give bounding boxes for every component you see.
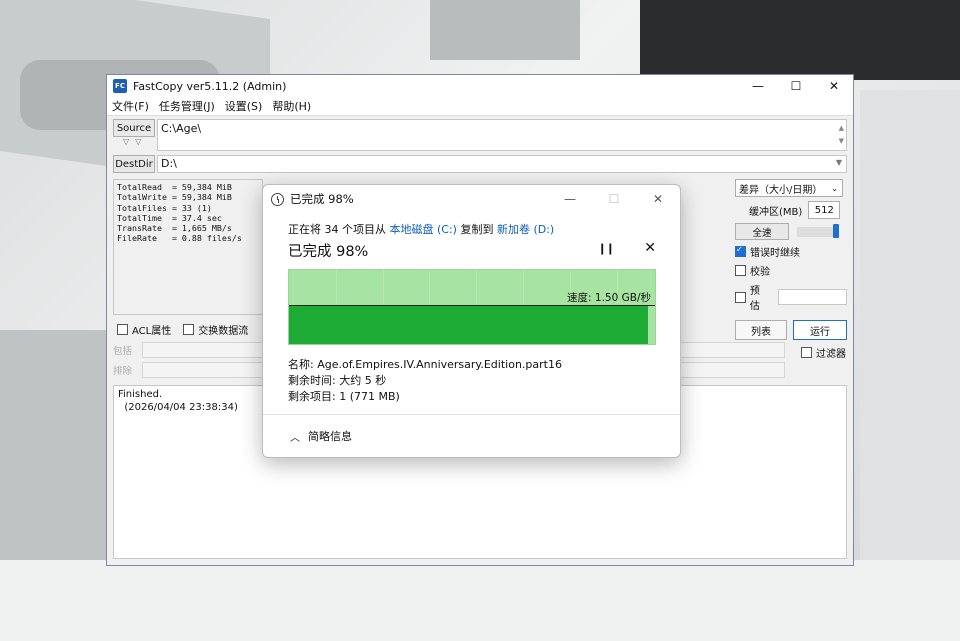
close-button[interactable]: ✕ [815,75,853,97]
filter-option[interactable]: 过滤器 [801,345,846,360]
stat-total-files: TotalFiles = 33 (1) [117,202,212,213]
acl-label: ACL属性 [132,326,172,337]
dialog-minimize-button[interactable]: — [548,185,592,213]
source-value: C:\Age\ [161,122,202,135]
menubar: 文件(F) 任务管理(J) 设置(S) 帮助(H) [107,97,853,116]
stat-total-write: TotalWrite = 59,384 MiB [117,192,232,203]
chevron-down-icon: ⌄ [831,183,838,193]
verify-checkbox[interactable] [735,265,746,276]
destdir-button[interactable]: DestDir [113,155,155,173]
menu-settings[interactable]: 设置(S) [220,98,268,114]
menu-file[interactable]: 文件(F) [107,98,154,114]
minimize-button[interactable]: — [739,75,777,97]
fastcopy-titlebar: FC FastCopy ver5.11.2 (Admin) — ☐ ✕ [107,75,853,97]
source-field[interactable]: C:\Age\ ▲ ▼ [157,119,847,151]
destdir-field[interactable]: D:\ ▼ [157,155,847,173]
dialog-titlebar: 已完成 98% — ☐ ✕ [263,185,680,213]
copy-mode-value: 差异（大小/日期） [739,184,823,196]
dialog-maximize-button: ☐ [608,192,620,206]
close-icon[interactable]: ✕ [644,240,656,256]
estimate-field [777,289,847,305]
progress-fill [289,306,648,344]
continue-on-error-label: 错误时继续 [750,248,800,259]
buffer-label: 缓冲区(MB) [749,206,803,218]
verify-label: 校验 [750,267,770,278]
copy-info-mid: 复制到 [456,223,497,236]
chevron-up-icon[interactable]: ︿ [290,429,300,444]
stream-option[interactable]: 交换数据流 [183,322,248,337]
source-drive-link[interactable]: 本地磁盘 (C:) [390,223,457,236]
window-title: FastCopy ver5.11.2 (Admin) [133,79,287,93]
fewer-details-button[interactable]: 简略信息 [308,428,352,444]
dest-drive-link[interactable]: 新加卷 (D:) [497,223,554,236]
source-button[interactable]: Source [113,119,155,137]
speed-button[interactable]: 全速 [735,223,789,240]
menu-job[interactable]: 任务管理(J) [154,98,220,114]
copy-mode-select[interactable]: 差异（大小/日期） ⌄ [735,179,843,197]
speed-readout: 速度: 1.50 GB/秒 [567,292,651,304]
list-button[interactable]: 列表 [735,320,787,340]
buffer-input[interactable]: 512 [808,201,841,219]
run-button[interactable]: 运行 [793,320,847,340]
destdir-value: D:\ [161,157,177,170]
estimate-checkbox[interactable] [735,291,746,303]
estimate-label: 预估 [749,286,760,312]
options-panel: 差异（大小/日期） ⌄ 缓冲区(MB) 512 全速 错误时继续 校验 预估 列… [735,179,847,340]
file-name-line: 名称: Age.of.Empires.IV.Anniversary.Editio… [288,358,562,371]
stream-checkbox[interactable] [183,324,195,335]
stream-label: 交换数据流 [198,326,249,337]
speed-slider-thumb[interactable] [833,223,839,238]
copy-info-prefix: 正在将 34 个项目从 [288,223,390,236]
speed-graph: 速度: 1.50 GB/秒 [288,269,656,345]
filter-label: 过滤器 [816,349,846,360]
verify-option[interactable]: 校验 [735,263,847,278]
continue-on-error-checkbox[interactable] [735,245,746,257]
dialog-close-button[interactable]: ✕ [636,185,680,213]
clock-icon [271,192,284,206]
acl-checkbox[interactable] [117,324,128,335]
progress-heading: 已完成 98% [288,244,369,260]
source-history-arrows-icon[interactable]: ▽▽ [123,137,147,146]
filter-checkbox[interactable] [801,347,812,358]
stat-trans-rate: TransRate = 1,665 MB/s [117,223,232,234]
time-remaining-line: 剩余时间: 大约 5 秒 [288,374,387,387]
stat-file-rate: FileRate = 0.88 files/s [117,233,242,244]
pause-icon[interactable]: ❙❙ [598,242,615,255]
copy-details: 名称: Age.of.Empires.IV.Anniversary.Editio… [288,357,656,405]
copy-progress-dialog: 已完成 98% — ☐ ✕ 正在将 34 个项目从 本地磁盘 (C:) 复制到 … [262,184,681,458]
stat-total-time: TotalTime = 37.4 sec [117,212,222,223]
chevron-down-icon[interactable]: ▼ [836,158,842,167]
source-scroll-icon[interactable]: ▲ ▼ [839,122,844,148]
dialog-footer[interactable]: ︿ 简略信息 [263,414,680,457]
stat-total-read: TotalRead = 59,384 MiB [117,182,232,192]
fastcopy-app-icon: FC [113,79,127,93]
exclude-label: 排除 [113,366,133,377]
estimate-option[interactable]: 预估 [735,282,847,312]
continue-on-error-option[interactable]: 错误时继续 [735,244,847,259]
acl-option[interactable]: ACL属性 [117,322,171,337]
maximize-button[interactable]: ☐ [777,75,815,97]
dialog-title: 已完成 98% [290,192,354,206]
items-remaining-line: 剩余项目: 1 (771 MB) [288,390,400,403]
include-label: 包括 [113,346,133,357]
speed-slider[interactable] [797,223,839,238]
stats-panel: TotalRead = 59,384 MiB TotalWrite = 59,3… [113,179,263,315]
menu-help[interactable]: 帮助(H) [267,98,316,114]
copy-info: 正在将 34 个项目从 本地磁盘 (C:) 复制到 新加卷 (D:) [288,221,656,237]
